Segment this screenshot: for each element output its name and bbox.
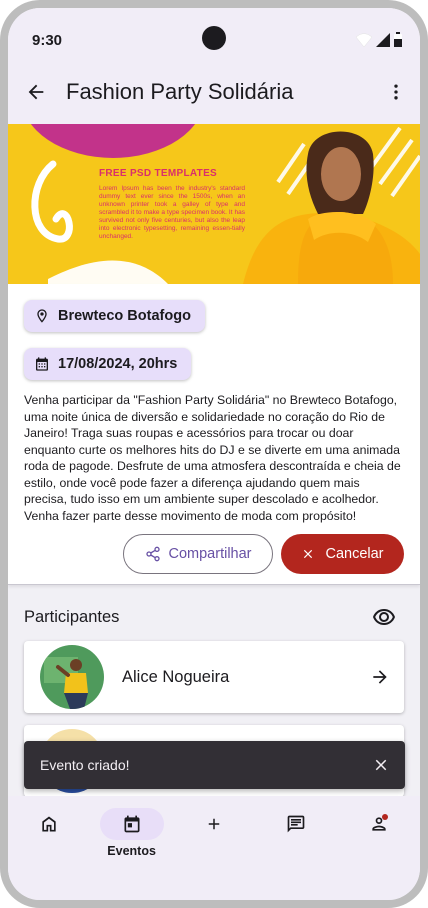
calendar-icon: [124, 815, 140, 833]
nav-indicator: [182, 808, 246, 840]
avatar: [40, 645, 104, 709]
participants-title: Participantes: [24, 607, 120, 626]
datetime-label: 17/08/2024, 20hrs: [58, 356, 178, 372]
event-actions: Compartilhar Cancelar: [24, 534, 404, 574]
status-icons: [356, 32, 402, 47]
avatar-illustration: [40, 645, 104, 709]
chat-icon: [288, 815, 305, 833]
banner-body: Lorem Ipsum has been the industry's stan…: [99, 185, 245, 240]
home-icon: [42, 816, 56, 832]
participant-row[interactable]: Alice Nogueira: [24, 641, 404, 713]
banner-heading: FREE PSD TEMPLATES: [99, 168, 218, 179]
battery-icon: [394, 32, 402, 47]
share-icon: [145, 546, 160, 562]
signal-icon: [376, 33, 390, 47]
camera-cutout: [202, 26, 226, 50]
nav-item-create[interactable]: [173, 796, 255, 900]
bottom-navigation: Eventos: [8, 796, 420, 900]
nav-item-eventos[interactable]: Eventos: [90, 796, 172, 900]
nav-item-messages[interactable]: [255, 796, 337, 900]
nav-indicator: [17, 808, 81, 840]
share-label: Compartilhar: [168, 546, 252, 562]
location-label: Brewteco Botafogo: [58, 308, 191, 324]
calendar-icon: [36, 357, 48, 371]
event-details-card: Brewteco Botafogo 17/08/2024, 20hrs Venh…: [8, 284, 420, 585]
close-icon: [375, 759, 387, 771]
arrow-back-icon: [28, 84, 44, 100]
view-participants-button[interactable]: [364, 597, 404, 637]
share-button[interactable]: Compartilhar: [123, 534, 273, 574]
participant-name: Alice Nogueira: [122, 667, 230, 686]
nav-label: Eventos: [107, 844, 156, 858]
status-time: 9:30: [32, 32, 63, 49]
date-chip[interactable]: 17/08/2024, 20hrs: [24, 348, 192, 380]
event-banner: FREE PSD TEMPLATES Lorem Ipsum has been …: [8, 124, 420, 284]
location-chip[interactable]: Brewteco Botafogo: [24, 300, 205, 332]
cancel-event-button[interactable]: Cancelar: [281, 534, 404, 574]
device-frame: 9:30 Fashion Party Solidária FREE PSD TE…: [0, 0, 428, 908]
wifi-icon: [356, 33, 372, 47]
eye-icon: [373, 609, 395, 625]
status-bar: 9:30: [8, 8, 420, 66]
arrow-forward-icon: [373, 670, 387, 684]
event-description: Venha participar da "Fashion Party Solid…: [24, 393, 401, 523]
snackbar-message: Evento criado!: [40, 757, 130, 773]
screen: 9:30 Fashion Party Solidária FREE PSD TE…: [8, 8, 420, 900]
more-vert-icon: [394, 84, 398, 100]
cancel-label: Cancelar: [325, 546, 384, 562]
page-title: Fashion Party Solidária: [66, 79, 294, 104]
snackbar: Evento criado!: [24, 741, 405, 789]
back-button[interactable]: [8, 60, 64, 124]
content-scroll[interactable]: FREE PSD TEMPLATES Lorem Ipsum has been …: [8, 124, 420, 796]
more-options-button[interactable]: [372, 60, 420, 124]
notification-badge: [381, 814, 388, 820]
nav-indicator: [347, 808, 411, 840]
top-app-bar: Fashion Party Solidária: [8, 60, 420, 124]
nav-indicator: [264, 808, 328, 840]
close-icon: [304, 549, 313, 559]
banner-text: FREE PSD TEMPLATES Lorem Ipsum has been …: [99, 168, 245, 241]
snackbar-close-button[interactable]: [365, 749, 397, 781]
nav-indicator: [99, 808, 164, 840]
nav-item-home[interactable]: [8, 796, 90, 900]
plus-icon: [208, 818, 220, 830]
nav-item-profile[interactable]: [338, 796, 420, 900]
location-pin-icon: [37, 309, 47, 323]
